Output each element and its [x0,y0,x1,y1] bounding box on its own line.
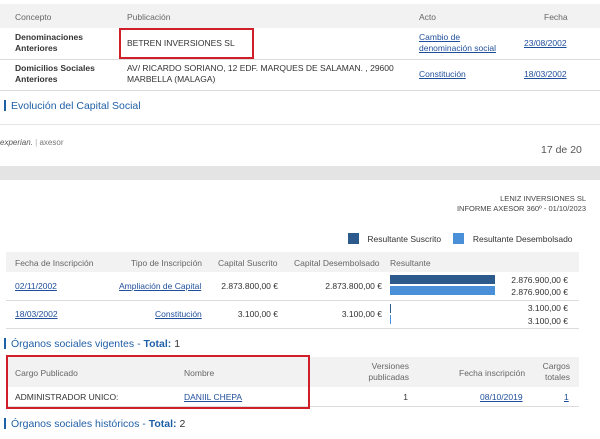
divider [6,328,579,329]
acto-link[interactable]: Cambio de denominación social [419,32,496,54]
bar-desembolsado [390,315,391,324]
highlight-box [119,28,254,59]
header-publicacion: Publicación [127,12,171,22]
header-versiones: Versiones publicadas [368,361,409,382]
page-number: 17 de 20 [541,144,582,156]
header-fecha-inscripcion: Fecha inscripción [459,368,526,378]
concepto-cell: Denominaciones Anteriores [15,32,84,53]
header-fecha: Fecha [544,12,568,22]
fecha-link[interactable]: 02/11/2002 [15,281,57,291]
capital-desembolsado: 3.100,00 € [341,309,382,319]
divider [0,59,600,60]
header-cargos: Cargos totales [542,361,570,382]
resultante-desembolsado: 2.876.900,00 € [511,287,568,297]
bar-suscrito [390,275,495,284]
bar-desembolsado [390,286,495,295]
bar-suscrito [390,304,391,313]
legend-label-desembolsado: Resultante Desembolsado [472,234,573,244]
capital-desembolsado: 2.873.800,00 € [325,281,382,291]
versiones-cell: 1 [403,392,408,402]
section-title-vigentes: Órganos sociales vigentes - Total: 1 [4,338,180,350]
section-bar [4,418,6,429]
tipo-link[interactable]: Ampliación de Capital [119,281,201,291]
chart-legend: Resultante Suscrito Resultante Desembols… [348,233,573,244]
concepto-cell: Domicilios Sociales Anteriores [15,63,95,84]
axesor-logo: axesor [39,138,64,147]
section-title: Evolución del Capital Social [4,100,141,112]
legend-swatch-desembolsado [453,233,465,244]
fecha-link[interactable]: 23/08/2002 [524,38,567,48]
header-resultante: Resultante [390,258,431,268]
section-title-historicos: Órganos sociales históricos - Total: 2 [4,418,185,430]
header-fecha-inscripcion: Fecha de Inscripción [15,258,94,268]
tipo-link[interactable]: Constitución [155,309,202,319]
resultante-suscrito: 2.876.900,00 € [511,275,568,285]
header-desembolsado: Capital Desembolsado [294,258,380,268]
divider [6,300,579,301]
total-count: 1 [174,338,181,350]
page-1: Concepto Publicación Acto Fecha Denomina… [0,0,600,166]
resultante-suscrito: 3.100,00 € [527,303,568,313]
page-gap [0,166,600,180]
experian-logo: experian. [0,138,33,147]
resultante-desembolsado: 3.100,00 € [527,316,568,326]
fecha-link[interactable]: 18/03/2002 [524,69,567,79]
report-header: LENIZ INVERSIONES SL INFORME AXESOR 360º… [457,194,586,214]
acto-link[interactable]: Constitución [419,69,466,79]
legend-label-suscrito: Resultante Suscrito [367,234,442,244]
cargos-link[interactable]: 1 [564,392,569,402]
fecha-link[interactable]: 18/03/2002 [15,309,58,319]
header-concepto: Concepto [15,12,52,22]
total-count: 2 [179,418,186,430]
capital-table-header: Fecha de Inscripción Tipo de Inscripción… [6,252,579,272]
section-bar [4,100,6,111]
page-2: LENIZ INVERSIONES SL INFORME AXESOR 360º… [0,180,600,439]
legend-swatch-suscrito [348,233,359,244]
footer-brand: experian. | axesor [0,138,64,147]
section-bar [4,338,6,349]
highlight-box [6,355,310,409]
publicacion-cell: AV/ RICARDO SORIANO, 12 EDF. MARQUES DE … [127,63,394,84]
table-header: Concepto Publicación Acto Fecha [0,4,600,28]
fecha-link[interactable]: 08/10/2019 [480,392,523,402]
report-title: INFORME AXESOR 360º - 01/10/2023 [456,204,586,213]
capital-suscrito: 3.100,00 € [237,309,278,319]
company-name: LENIZ INVERSIONES SL [500,194,586,203]
divider [0,124,600,125]
header-acto: Acto [419,12,437,22]
divider [0,90,600,91]
header-suscrito: Capital Suscrito [218,258,278,268]
capital-suscrito: 2.873.800,00 € [221,281,278,291]
header-tipo: Tipo de Inscripción [131,258,203,268]
